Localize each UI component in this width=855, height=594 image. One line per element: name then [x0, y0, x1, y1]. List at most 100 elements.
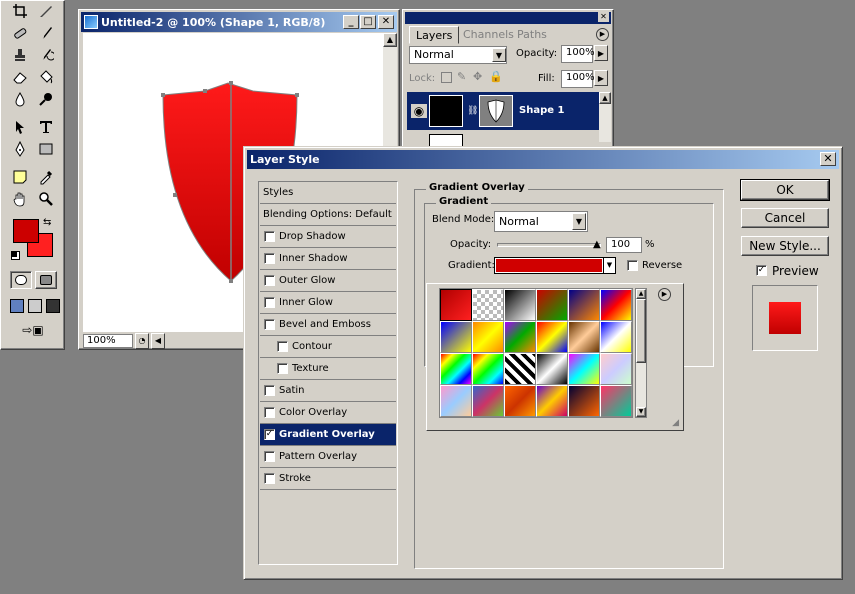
style-item-outer-glow[interactable]: Outer Glow [260, 270, 396, 292]
gradient-swatch[interactable] [440, 353, 472, 385]
style-item-stroke[interactable]: Stroke [260, 468, 396, 490]
opacity-slider-arrow-icon[interactable]: ▶ [594, 45, 608, 61]
opacity-slider-track[interactable] [497, 243, 601, 247]
style-checkbox[interactable] [264, 473, 275, 484]
vector-mask-thumbnail[interactable] [479, 95, 513, 127]
close-icon[interactable]: ✕ [820, 152, 836, 166]
style-item-bevel-and-emboss[interactable]: Bevel and Emboss [260, 314, 396, 336]
fill-slider-arrow-icon[interactable]: ▶ [594, 70, 608, 86]
slice-tool[interactable] [35, 1, 57, 21]
reverse-checkbox[interactable] [627, 260, 638, 271]
gradient-swatch[interactable] [600, 321, 632, 353]
jump-to-imageready-icon[interactable]: ⇨▣ [13, 323, 53, 341]
new-style-button[interactable]: New Style... [741, 236, 829, 256]
clone-stamp-tool[interactable] [9, 45, 31, 65]
paint-bucket-tool[interactable] [35, 67, 57, 87]
cancel-button[interactable]: Cancel [741, 208, 829, 228]
gradient-swatch[interactable] [504, 321, 536, 353]
path-selection-tool[interactable] [9, 117, 31, 137]
quick-mask-button[interactable] [35, 271, 57, 289]
gradient-swatch[interactable] [440, 289, 472, 321]
style-checkbox[interactable] [277, 341, 288, 352]
scroll-up-icon[interactable]: ▲ [599, 92, 611, 104]
screen-mode-menubar-icon[interactable] [28, 299, 42, 313]
opacity-field[interactable]: 100 [606, 237, 642, 253]
style-item-drop-shadow[interactable]: Drop Shadow [260, 226, 396, 248]
gradient-swatch[interactable] [440, 321, 472, 353]
gradient-preview-select[interactable]: ▼ [494, 257, 616, 274]
style-checkbox[interactable] [264, 231, 275, 242]
style-checkbox[interactable] [264, 319, 275, 330]
fill-field[interactable]: 100% [561, 70, 595, 88]
style-checkbox[interactable] [264, 253, 275, 264]
preview-checkbox[interactable]: ✓ [756, 265, 767, 276]
style-checkbox[interactable] [277, 363, 288, 374]
layer-row-shape-1[interactable]: ◉ ⛓ Shape 1 [407, 92, 599, 130]
style-checkbox[interactable] [264, 275, 275, 286]
gradient-swatch[interactable] [536, 289, 568, 321]
gradient-swatch[interactable] [504, 353, 536, 385]
scroll-down-icon[interactable]: ▼ [636, 407, 646, 417]
hand-tool[interactable] [9, 189, 31, 209]
gradient-swatch[interactable] [504, 385, 536, 417]
healing-brush-tool[interactable] [9, 23, 31, 43]
palette-menu-icon[interactable]: ▶ [596, 28, 609, 41]
gradient-swatch[interactable] [504, 289, 536, 321]
palette-titlebar[interactable]: ✕ [405, 12, 611, 24]
lock-transparency-icon[interactable] [441, 72, 452, 83]
scroll-up-icon[interactable]: ▲ [383, 33, 397, 47]
scroll-left-icon[interactable]: ◀ [151, 332, 165, 349]
dialog-titlebar[interactable]: Layer Style ✕ [247, 150, 839, 169]
gradient-swatch[interactable] [600, 289, 632, 321]
gradient-swatch[interactable] [568, 321, 600, 353]
tab-paths[interactable]: Paths [511, 26, 553, 44]
dodge-tool[interactable] [35, 89, 57, 109]
zoom-field[interactable]: 100% [83, 333, 133, 348]
gradient-swatch[interactable] [536, 321, 568, 353]
gradient-swatch[interactable] [472, 321, 504, 353]
picker-menu-icon[interactable]: ▶ [658, 288, 671, 301]
gradient-swatch[interactable] [568, 353, 600, 385]
gradient-swatch[interactable] [600, 353, 632, 385]
blend-mode-select[interactable]: Normal ▼ [494, 211, 588, 232]
style-item-contour[interactable]: Contour [260, 336, 396, 358]
type-tool[interactable] [35, 117, 57, 137]
style-checkbox[interactable] [264, 407, 275, 418]
eyedropper-tool[interactable] [35, 167, 57, 187]
scroll-thumb[interactable] [636, 299, 646, 363]
default-colors-icon[interactable] [11, 251, 20, 260]
blur-tool[interactable] [9, 89, 31, 109]
eraser-tool[interactable] [9, 67, 31, 87]
style-item-inner-shadow[interactable]: Inner Shadow [260, 248, 396, 270]
resize-grip-icon[interactable]: ◢ [672, 418, 679, 428]
layer-fill-thumbnail[interactable] [429, 95, 463, 127]
brush-tool[interactable] [35, 23, 57, 43]
lock-position-icon[interactable]: ✥ [473, 70, 482, 83]
style-item-pattern-overlay[interactable]: Pattern Overlay [260, 446, 396, 468]
foreground-color-swatch[interactable] [13, 219, 39, 243]
lock-all-icon[interactable]: 🔒 [489, 70, 503, 83]
style-item-styles[interactable]: Styles [260, 182, 396, 204]
style-item-satin[interactable]: Satin [260, 380, 396, 402]
style-item-gradient-overlay[interactable]: ✓ Gradient Overlay [260, 424, 396, 446]
palette-close-icon[interactable]: ✕ [598, 12, 609, 22]
style-item-color-overlay[interactable]: Color Overlay [260, 402, 396, 424]
maximize-button[interactable]: □ [360, 15, 376, 29]
ok-button[interactable]: OK [740, 179, 830, 201]
gradient-swatch[interactable] [536, 385, 568, 417]
screen-mode-standard-icon[interactable] [10, 299, 24, 313]
eye-visibility-icon[interactable] [409, 132, 423, 146]
opacity-slider-handle[interactable]: ▲ [593, 239, 601, 250]
swap-colors-icon[interactable]: ⇆ [43, 217, 51, 228]
zoom-tool[interactable] [35, 189, 57, 209]
style-item-texture[interactable]: Texture [260, 358, 396, 380]
lock-image-icon[interactable]: ✎ [457, 70, 466, 83]
gradient-swatch[interactable] [472, 385, 504, 417]
screen-mode-full-icon[interactable] [46, 299, 60, 313]
layer-blend-mode-select[interactable]: Normal ▼ [409, 46, 507, 64]
style-checkbox[interactable] [264, 451, 275, 462]
status-info-icon[interactable]: ◔ [135, 332, 149, 349]
layers-scrollbar[interactable]: ▲ [599, 92, 611, 142]
gradient-swatch[interactable] [440, 385, 472, 417]
rectangle-tool[interactable] [35, 139, 57, 159]
